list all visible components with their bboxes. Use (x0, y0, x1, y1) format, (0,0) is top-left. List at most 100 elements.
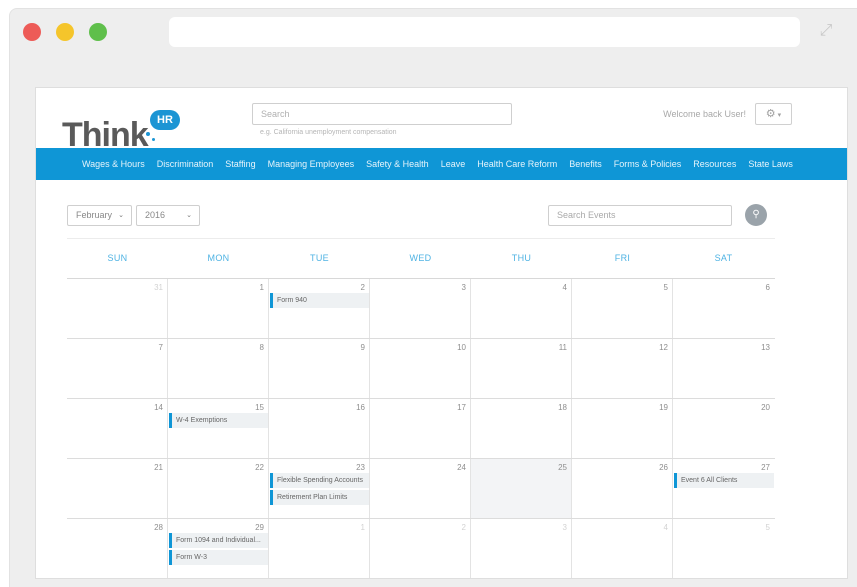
day-number: 19 (659, 403, 668, 412)
address-bar[interactable] (169, 17, 800, 47)
calendar-day-cell[interactable]: 14 (67, 399, 168, 458)
calendar-day-cell[interactable]: 5 (673, 519, 774, 578)
day-number: 23 (356, 463, 365, 472)
logo-dot (146, 132, 150, 136)
day-number: 31 (154, 283, 163, 292)
calendar-day-cell[interactable]: 16 (269, 399, 370, 458)
calendar-day-cell[interactable]: 8 (168, 339, 269, 398)
day-number: 4 (663, 523, 668, 532)
nav-item[interactable]: Health Care Reform (477, 159, 557, 169)
calendar-day-cell[interactable]: 2 Form 940 (269, 279, 370, 338)
calendar-event[interactable]: Form 1094 and Individual... (169, 533, 268, 548)
weekday-header: WED (409, 253, 432, 263)
weekday-header: FRI (614, 253, 631, 263)
calendar-week: 31 1 2 Form 940 3 4 5 6 (67, 279, 775, 339)
calendar-event[interactable]: W-4 Exemptions (169, 413, 268, 428)
calendar-day-cell[interactable]: 1 (168, 279, 269, 338)
weekday-header-row: SUN MON TUE WED THU FRI SAT (67, 253, 775, 267)
calendar-day-cell[interactable]: 23 Flexible Spending Accounts Retirement P… (269, 459, 370, 518)
calendar-day-cell[interactable]: 3 (370, 279, 471, 338)
calendar-day-cell[interactable]: 19 (572, 399, 673, 458)
nav-item[interactable]: Safety & Health (366, 159, 429, 169)
calendar-day-cell[interactable]: 4 (471, 279, 572, 338)
calendar-week: 14 15 W-4 Exemptions 16 17 18 19 20 (67, 399, 775, 459)
calendar-day-cell[interactable]: 27 Event 6 All Clients (673, 459, 774, 518)
day-number: 2 (360, 283, 365, 292)
calendar-day-cell[interactable]: 6 (673, 279, 774, 338)
day-number: 16 (356, 403, 365, 412)
calendar-day-cell[interactable]: 17 (370, 399, 471, 458)
nav-item[interactable]: Benefits (569, 159, 602, 169)
day-number: 28 (154, 523, 163, 532)
settings-dropdown-button[interactable]: ⚙ ▾ (755, 103, 792, 125)
calendar-day-cell[interactable]: 28 (67, 519, 168, 578)
calendar-day-cell[interactable]: 25 (471, 459, 572, 518)
event-search-input[interactable]: Search Events (548, 205, 732, 226)
calendar-day-cell[interactable]: 26 (572, 459, 673, 518)
calendar-day-cell[interactable]: 21 (67, 459, 168, 518)
calendar-day-cell[interactable]: 20 (673, 399, 774, 458)
calendar-day-cell[interactable]: 13 (673, 339, 774, 398)
calendar-day-cell[interactable]: 7 (67, 339, 168, 398)
day-number: 9 (360, 343, 365, 352)
nav-item[interactable]: State Laws (748, 159, 793, 169)
divider (67, 238, 775, 239)
nav-item[interactable]: Leave (441, 159, 466, 169)
day-number: 11 (558, 343, 567, 352)
calendar-day-cell[interactable]: 9 (269, 339, 370, 398)
day-number: 24 (457, 463, 466, 472)
calendar-day-cell[interactable]: 4 (572, 519, 673, 578)
calendar-event[interactable]: Retirement Plan Limits (270, 490, 369, 505)
expand-icon[interactable]: ⤢ (816, 21, 836, 41)
calendar-day-cell[interactable]: 18 (471, 399, 572, 458)
nav-item[interactable]: Forms & Policies (614, 159, 682, 169)
day-number: 13 (761, 343, 770, 352)
calendar-day-cell[interactable]: 31 (67, 279, 168, 338)
calendar-day-cell[interactable]: 15 W-4 Exemptions (168, 399, 269, 458)
search-button[interactable]: ⚲ (745, 204, 767, 226)
day-number: 5 (765, 523, 770, 532)
logo[interactable]: Think HR (62, 110, 192, 154)
day-number: 8 (259, 343, 264, 352)
web-page: Think HR Search e.g. California unemploy… (35, 87, 848, 579)
calendar-event[interactable]: Form W-3 (169, 550, 268, 565)
close-window-button[interactable] (23, 23, 41, 41)
month-select[interactable]: February ⌄ (67, 205, 132, 226)
calendar-day-cell[interactable]: 29 Form 1094 and Individual... Form W-3 (168, 519, 269, 578)
nav-item[interactable]: Wages & Hours (82, 159, 145, 169)
calendar-day-cell[interactable]: 5 (572, 279, 673, 338)
calendar-day-cell[interactable]: 2 (370, 519, 471, 578)
calendar-week: 21 22 23 Flexible Spending Accounts Retireme… (67, 459, 775, 519)
welcome-message: Welcome back User! (663, 109, 746, 119)
calendar-day-cell[interactable]: 22 (168, 459, 269, 518)
calendar-day-cell[interactable]: 12 (572, 339, 673, 398)
minimize-window-button[interactable] (56, 23, 74, 41)
calendar-day-cell[interactable]: 1 (269, 519, 370, 578)
year-select-value: 2016 (145, 210, 166, 220)
day-number: 21 (154, 463, 163, 472)
year-select[interactable]: 2016 ⌄ (136, 205, 200, 226)
day-number: 3 (461, 283, 466, 292)
calendar-day-cell[interactable]: 10 (370, 339, 471, 398)
nav-item[interactable]: Resources (693, 159, 736, 169)
nav-item[interactable]: Managing Employees (268, 159, 355, 169)
gear-icon: ⚙ (765, 108, 776, 120)
caret-down-icon: ▾ (777, 112, 782, 119)
search-input[interactable]: Search (252, 103, 512, 125)
site-search: Search e.g. California unemployment comp… (252, 103, 512, 136)
calendar-event[interactable]: Flexible Spending Accounts (270, 473, 369, 488)
day-number: 2 (461, 523, 466, 532)
nav-item[interactable]: Staffing (225, 159, 255, 169)
calendar-grid: 31 1 2 Form 940 3 4 5 6 7 8 9 10 11 12 13 14 15 W-4 Exemp… (67, 278, 775, 578)
day-number: 1 (259, 283, 264, 292)
nav-item[interactable]: Discrimination (157, 159, 214, 169)
maximize-window-button[interactable] (89, 23, 107, 41)
day-number: 14 (154, 403, 163, 412)
calendar-event[interactable]: Event 6 All Clients (674, 473, 774, 488)
calendar-event[interactable]: Form 940 (270, 293, 369, 308)
calendar-day-cell[interactable]: 3 (471, 519, 572, 578)
calendar-day-cell[interactable]: 24 (370, 459, 471, 518)
weekday-header: SUN (107, 253, 128, 263)
day-number: 3 (562, 523, 567, 532)
calendar-day-cell[interactable]: 11 (471, 339, 572, 398)
